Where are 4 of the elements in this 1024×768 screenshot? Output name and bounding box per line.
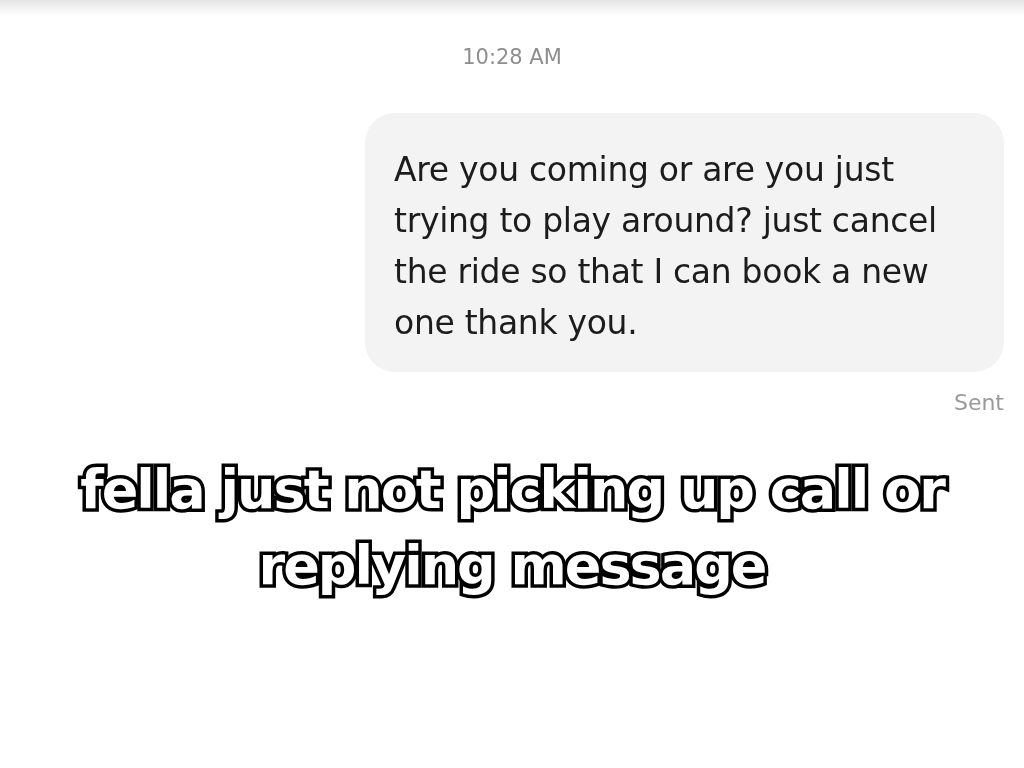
video-caption: fella just not picking up call or replying message xyxy=(52,452,972,604)
delivery-status: Sent xyxy=(953,390,1004,416)
timestamp: 10:28 AM xyxy=(462,44,562,70)
message-bubble: Are you coming or are you just trying to play around? just cancel the ride so that I can book a new one thank you. xyxy=(365,113,1004,372)
